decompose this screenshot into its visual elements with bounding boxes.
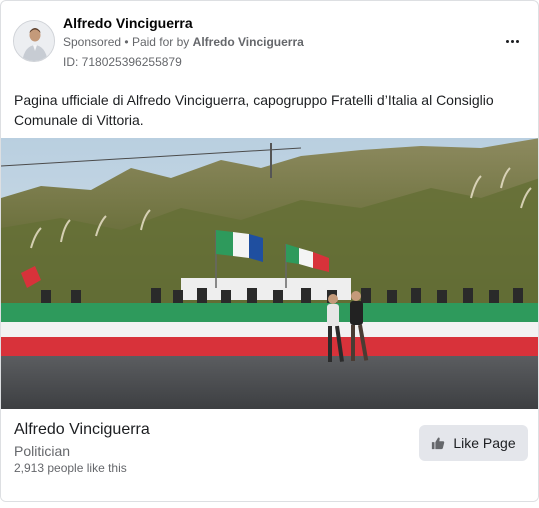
footer-page-name[interactable]: Alfredo Vinciguerra <box>14 421 150 439</box>
post-header: Alfredo Vinciguerra Sponsored • Paid for… <box>13 13 528 73</box>
page-footer: Alfredo Vinciguerra Politician 2,913 peo… <box>1 409 538 501</box>
page-category: Politician <box>14 443 71 459</box>
ad-card: Alfredo Vinciguerra Sponsored • Paid for… <box>0 0 539 502</box>
ad-id: ID: 718025396255879 <box>63 55 182 69</box>
post-text: Pagina ufficiale di Alfredo Vinciguerra,… <box>14 92 494 128</box>
page-likes-count: 2,913 people like this <box>14 461 127 475</box>
more-options-icon[interactable] <box>500 31 524 51</box>
page-avatar[interactable] <box>13 20 55 62</box>
sponsored-line: Sponsored • Paid for by Alfredo Vincigue… <box>63 35 304 49</box>
post-image[interactable] <box>1 138 539 409</box>
like-page-label: Like Page <box>453 435 516 451</box>
paid-for-name[interactable]: Alfredo Vinciguerra <box>193 35 304 49</box>
paid-for-prefix: Paid for by <box>131 35 190 49</box>
like-page-button[interactable]: Like Page <box>419 425 528 461</box>
sponsored-label: Sponsored <box>63 35 122 49</box>
thumbs-up-icon <box>432 437 445 450</box>
page-name[interactable]: Alfredo Vinciguerra <box>63 15 193 31</box>
separator-dot: • <box>124 35 129 49</box>
